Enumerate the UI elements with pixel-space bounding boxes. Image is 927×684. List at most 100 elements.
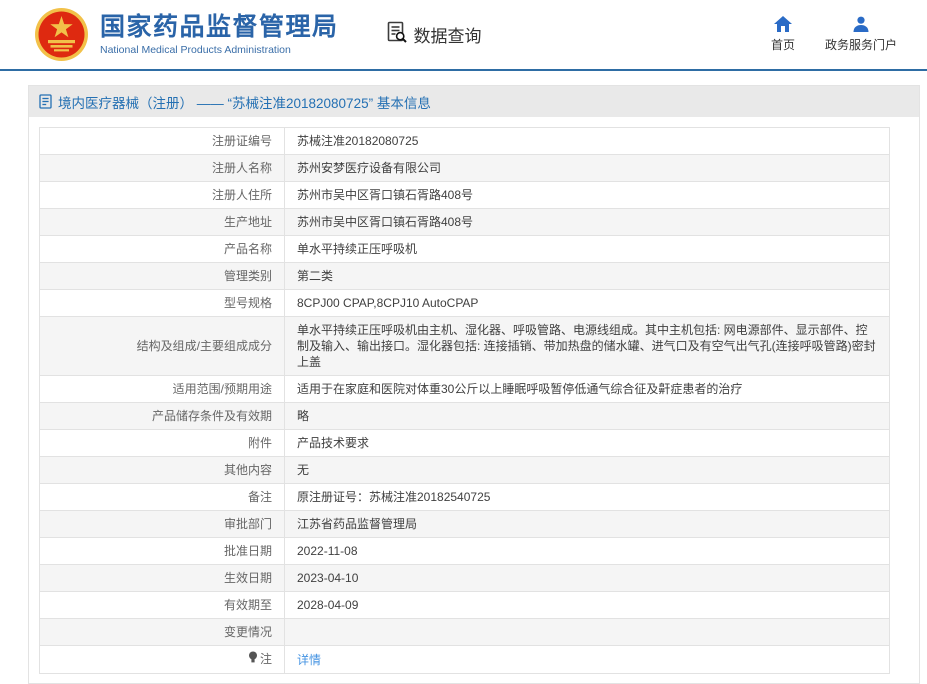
row-label: 生产地址: [39, 208, 285, 236]
row-label-text: 生效日期: [223, 571, 272, 585]
table-row: 附件 产品技术要求: [39, 429, 890, 457]
bulb-icon: [248, 651, 258, 668]
row-value: 苏州市吴中区胥口镇石胥路408号: [284, 208, 890, 236]
table-row: 注册人住所 苏州市吴中区胥口镇石胥路408号: [39, 181, 890, 209]
row-value: 无: [284, 456, 890, 484]
content-container: 境内医疗器械（注册） —— “苏械注准20182080725” 基本信息 注册证…: [28, 85, 920, 684]
table-row: 生效日期 2023-04-10: [39, 564, 890, 592]
row-label: 其他内容: [39, 456, 285, 484]
row-label-text: 产品储存条件及有效期: [151, 409, 272, 423]
row-value-text: 产品技术要求: [297, 436, 370, 450]
row-value-text: 略: [297, 409, 310, 423]
row-value: 苏械注准20182080725: [284, 127, 890, 155]
table-row: 产品名称 单水平持续正压呼吸机: [39, 235, 890, 263]
row-value: 产品技术要求: [284, 429, 890, 457]
detail-link[interactable]: 详情: [297, 653, 321, 667]
org-subtitle: National Medical Products Administration: [100, 44, 291, 56]
row-value-text: 苏州安梦医疗设备有限公司: [297, 161, 442, 175]
home-icon: [773, 16, 792, 32]
document-icon: [39, 94, 52, 109]
row-label-text: 注册证编号: [211, 134, 272, 148]
table-row: 结构及组成/主要组成成分 单水平持续正压呼吸机由主机、湿化器、呼吸管路、电源线组成…: [39, 316, 890, 376]
row-label: 适用范围/预期用途: [39, 375, 285, 403]
row-value: [284, 618, 890, 646]
data-query-label: 数据查询: [413, 27, 482, 46]
brand: 国家药品监督管理局 National Medical Products Admi…: [34, 7, 339, 62]
row-value-text: 适用于在家庭和医院对体重30公斤以上睡眠呼吸暂停低通气综合征及鼾症患者的治疗: [297, 382, 743, 396]
row-label: 注册证编号: [39, 127, 285, 155]
row-value: 原注册证号：苏械注准20182540725: [284, 483, 890, 511]
row-label-text: 适用范围/预期用途: [172, 382, 272, 396]
national-emblem-icon: [34, 7, 89, 62]
row-value: 2028-04-09: [284, 591, 890, 619]
nav-item-home[interactable]: 首页: [771, 16, 795, 53]
row-value: 江苏省药品监督管理局: [284, 510, 890, 538]
row-label: 结构及组成/主要组成成分: [39, 316, 285, 376]
row-label: 注: [39, 645, 285, 674]
row-label: 产品名称: [39, 235, 285, 263]
table-row: 备注 原注册证号：苏械注准20182540725: [39, 483, 890, 511]
table-row: 批准日期 2022-11-08: [39, 537, 890, 565]
row-value-text: 2022-11-08: [297, 544, 358, 558]
row-label: 审批部门: [39, 510, 285, 538]
table-row: 变更情况: [39, 618, 890, 646]
row-label-text: 变更情况: [223, 625, 272, 639]
row-label: 生效日期: [39, 564, 285, 592]
row-label: 注册人名称: [39, 154, 285, 182]
row-value-text: 苏械注准20182080725: [297, 134, 419, 148]
row-value-text: 2028-04-09: [297, 598, 359, 612]
nav-item-service-portal[interactable]: 政务服务门户: [825, 16, 897, 53]
row-label-text: 附件: [247, 436, 272, 450]
row-label-text: 型号规格: [223, 296, 272, 310]
table-row: 审批部门 江苏省药品监督管理局: [39, 510, 890, 538]
row-value-text: 原注册证号：苏械注准20182540725: [297, 490, 491, 504]
row-label: 产品储存条件及有效期: [39, 402, 285, 430]
row-value: 适用于在家庭和医院对体重30公斤以上睡眠呼吸暂停低通气综合征及鼾症患者的治疗: [284, 375, 890, 403]
row-value: 2023-04-10: [284, 564, 890, 592]
table-row: 产品储存条件及有效期 略: [39, 402, 890, 430]
row-label: 有效期至: [39, 591, 285, 619]
table-wrap: 注册证编号 苏械注准20182080725 注册人名称 苏州安梦医疗设备有限公司注册人…: [29, 117, 919, 683]
row-label-text: 产品名称: [223, 242, 272, 256]
row-label-text: 其他内容: [223, 463, 272, 477]
row-value: 略: [284, 402, 890, 430]
row-label-text: 有效期至: [223, 598, 272, 612]
row-label-text: 结构及组成/主要组成成分: [136, 339, 272, 353]
row-value-text: 苏州市吴中区胥口镇石胥路408号: [297, 215, 474, 229]
user-icon: [852, 16, 870, 32]
nav-portal-label: 政务服务门户: [824, 38, 897, 52]
row-label: 注册人住所: [39, 181, 285, 209]
table-row: 有效期至 2028-04-09: [39, 591, 890, 619]
row-label-text: 备注: [247, 490, 272, 504]
info-table-body: 注册证编号 苏械注准20182080725 注册人名称 苏州安梦医疗设备有限公司注册人…: [39, 127, 890, 674]
breadcrumb: 境内医疗器械（注册） —— “苏械注准20182080725” 基本信息: [29, 86, 919, 117]
table-row: 其他内容 无: [39, 456, 890, 484]
row-value: 单水平持续正压呼吸机: [284, 235, 890, 263]
table-row: 管理类别 第二类: [39, 262, 890, 290]
table-row: 适用范围/预期用途 适用于在家庭和医院对体重30公斤以上睡眠呼吸暂停低通气综合征及…: [39, 375, 890, 403]
row-value: 苏州市吴中区胥口镇石胥路408号: [284, 181, 890, 209]
nav-home-label: 首页: [770, 38, 795, 52]
row-value: 单水平持续正压呼吸机由主机、湿化器、呼吸管路、电源线组成。其中主机包括: 网电源…: [284, 316, 890, 376]
document-search-icon: [385, 20, 409, 49]
data-query-entry[interactable]: 数据查询: [385, 20, 482, 49]
registration-info-table: 注册证编号 苏械注准20182080725 注册人名称 苏州安梦医疗设备有限公司注册人…: [39, 127, 890, 674]
row-value: 第二类: [284, 262, 890, 290]
row-label-text: 批准日期: [223, 544, 272, 558]
row-label: 备注: [39, 483, 285, 511]
row-value-text: 8CPJ00 CPAP,8CPJ10 AutoCPAP: [297, 296, 479, 310]
row-value: 8CPJ00 CPAP,8CPJ10 AutoCPAP: [284, 289, 890, 317]
row-label-text: 生产地址: [223, 215, 272, 229]
table-row: 型号规格 8CPJ00 CPAP,8CPJ10 AutoCPAP: [39, 289, 890, 317]
row-value-text: 第二类: [297, 269, 334, 283]
row-value-text: 单水平持续正压呼吸机由主机、湿化器、呼吸管路、电源线组成。其中主机包括: 网电源…: [297, 323, 876, 369]
row-label: 附件: [39, 429, 285, 457]
table-row: 注 详情: [39, 645, 890, 674]
row-label: 管理类别: [39, 262, 285, 290]
row-label-text: 注册人住所: [211, 188, 272, 202]
row-value-text: 江苏省药品监督管理局: [297, 517, 418, 531]
row-value: 详情: [284, 645, 890, 674]
row-label: 变更情况: [39, 618, 285, 646]
row-value: 苏州安梦医疗设备有限公司: [284, 154, 890, 182]
breadcrumb-text: 境内医疗器械（注册） —— “苏械注准20182080725” 基本信息: [58, 95, 431, 111]
